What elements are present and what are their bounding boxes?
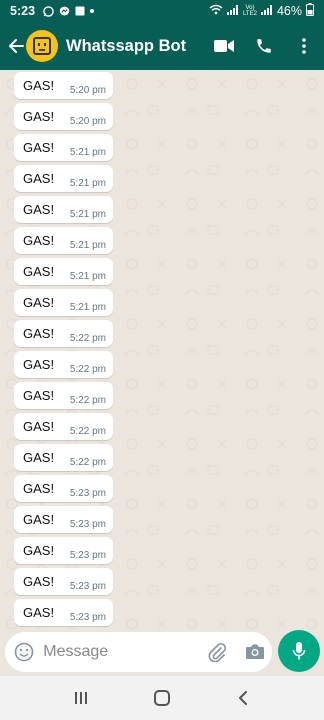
- message-text: GAS!: [23, 109, 55, 124]
- message-bubble[interactable]: GAS! 5:22 pm: [14, 444, 113, 471]
- gallery-icon: [75, 6, 85, 16]
- message-bubble[interactable]: GAS! 5:21 pm: [14, 227, 113, 254]
- message-text: GAS!: [23, 357, 55, 372]
- whatsapp-notification-icon: [43, 5, 54, 17]
- message-text: GAS!: [23, 419, 55, 434]
- message-time: 5:20 pm: [69, 85, 106, 96]
- message-input-box[interactable]: [5, 632, 272, 672]
- status-bar: 5:23 Vo) LTE2 46%: [0, 0, 324, 22]
- video-call-button[interactable]: [204, 22, 244, 70]
- bot-avatar-icon: [33, 37, 51, 55]
- message-bubble[interactable]: GAS! 5:21 pm: [14, 165, 113, 192]
- signal-icon: [226, 4, 239, 18]
- battery-icon: [306, 3, 314, 19]
- message-text: GAS!: [23, 326, 55, 341]
- message-bubble[interactable]: GAS! 5:20 pm: [14, 72, 113, 99]
- camera-button[interactable]: [238, 632, 272, 672]
- recents-icon: [74, 692, 87, 704]
- message-time: 5:21 pm: [69, 178, 106, 189]
- message-bubble[interactable]: GAS! 5:21 pm: [14, 134, 113, 161]
- message-bubble[interactable]: GAS! 5:21 pm: [14, 289, 113, 316]
- message-time: 5:23 pm: [69, 488, 106, 499]
- message-time: 5:23 pm: [69, 550, 106, 561]
- message-text: GAS!: [23, 512, 55, 527]
- attach-icon: [208, 642, 226, 662]
- emoji-icon: [14, 642, 34, 662]
- message-bubble[interactable]: GAS! 5:20 pm: [14, 103, 113, 130]
- emoji-button[interactable]: [7, 632, 41, 672]
- message-text: GAS!: [23, 388, 55, 403]
- message-text: GAS!: [23, 605, 55, 620]
- signal-icon-2: [260, 4, 273, 18]
- system-nav-bar: [0, 676, 324, 720]
- recents-button[interactable]: [61, 678, 101, 718]
- status-time: 5:23: [10, 4, 36, 18]
- more-options-icon: [302, 38, 306, 54]
- message-time: 5:21 pm: [69, 271, 106, 282]
- message-text: GAS!: [23, 295, 55, 310]
- composer: [0, 630, 324, 676]
- message-time: 5:23 pm: [69, 581, 106, 592]
- network-label: Vo) LTE2: [243, 5, 257, 17]
- message-time: 5:20 pm: [69, 116, 106, 127]
- message-text: GAS!: [23, 574, 55, 589]
- message-text: GAS!: [23, 78, 55, 93]
- message-time: 5:22 pm: [69, 457, 106, 468]
- message-text: GAS!: [23, 140, 55, 155]
- message-input[interactable]: [43, 643, 194, 661]
- message-time: 5:21 pm: [69, 302, 106, 313]
- message-list: GAS! 5:20 pm GAS! 5:20 pm GAS! 5:21 pm GAS! 5:2…: [14, 72, 113, 630]
- message-text: GAS!: [23, 202, 55, 217]
- voice-call-button[interactable]: [244, 22, 284, 70]
- attach-button[interactable]: [201, 632, 231, 672]
- message-time: 5:21 pm: [69, 209, 106, 220]
- message-text: GAS!: [23, 450, 55, 465]
- message-time: 5:21 pm: [69, 147, 106, 158]
- message-bubble[interactable]: GAS! 5:22 pm: [14, 320, 113, 347]
- message-bubble[interactable]: GAS! 5:23 pm: [14, 506, 113, 533]
- mic-button[interactable]: [278, 630, 320, 672]
- message-text: GAS!: [23, 233, 55, 248]
- avatar[interactable]: [26, 30, 58, 62]
- message-bubble[interactable]: GAS! 5:22 pm: [14, 382, 113, 409]
- message-time: 5:21 pm: [69, 240, 106, 251]
- chat-title[interactable]: Whatssapp Bot: [66, 37, 186, 56]
- back-icon: [239, 691, 248, 705]
- dot-icon: [90, 9, 95, 13]
- home-button[interactable]: [142, 678, 182, 718]
- message-bubble[interactable]: GAS! 5:22 pm: [14, 413, 113, 440]
- message-bubble[interactable]: GAS! 5:22 pm: [14, 351, 113, 378]
- message-bubble[interactable]: GAS! 5:23 pm: [14, 475, 113, 502]
- message-time: 5:22 pm: [69, 426, 106, 437]
- message-time: 5:22 pm: [69, 333, 106, 344]
- message-time: 5:23 pm: [69, 612, 106, 623]
- nav-back-button[interactable]: [223, 678, 263, 718]
- voice-call-icon: [257, 39, 271, 53]
- message-bubble[interactable]: GAS! 5:21 pm: [14, 196, 113, 223]
- message-bubble[interactable]: GAS! 5:23 pm: [14, 568, 113, 595]
- message-bubble[interactable]: GAS! 5:21 pm: [14, 258, 113, 285]
- chat-area[interactable]: GAS! 5:20 pm GAS! 5:20 pm GAS! 5:21 pm GAS! 5:2…: [0, 70, 324, 630]
- message-bubble[interactable]: GAS! 5:23 pm: [14, 537, 113, 564]
- message-text: GAS!: [23, 481, 55, 496]
- message-bubble[interactable]: GAS! 5:23 pm: [14, 599, 113, 626]
- camera-icon: [245, 644, 264, 659]
- messenger-icon: [59, 6, 70, 17]
- message-text: GAS!: [23, 171, 55, 186]
- message-time: 5:22 pm: [69, 364, 106, 375]
- more-options-button[interactable]: [284, 22, 324, 70]
- wifi-icon: [209, 4, 223, 18]
- video-call-icon: [214, 40, 234, 52]
- back-arrow-icon: [9, 39, 24, 53]
- message-text: GAS!: [23, 543, 55, 558]
- home-icon: [153, 690, 170, 706]
- message-time: 5:23 pm: [69, 519, 106, 530]
- mic-icon: [292, 642, 306, 660]
- message-text: GAS!: [23, 264, 55, 279]
- battery-percent: 46%: [276, 4, 302, 18]
- chat-header: Whatssapp Bot: [0, 22, 324, 70]
- message-time: 5:22 pm: [69, 395, 106, 406]
